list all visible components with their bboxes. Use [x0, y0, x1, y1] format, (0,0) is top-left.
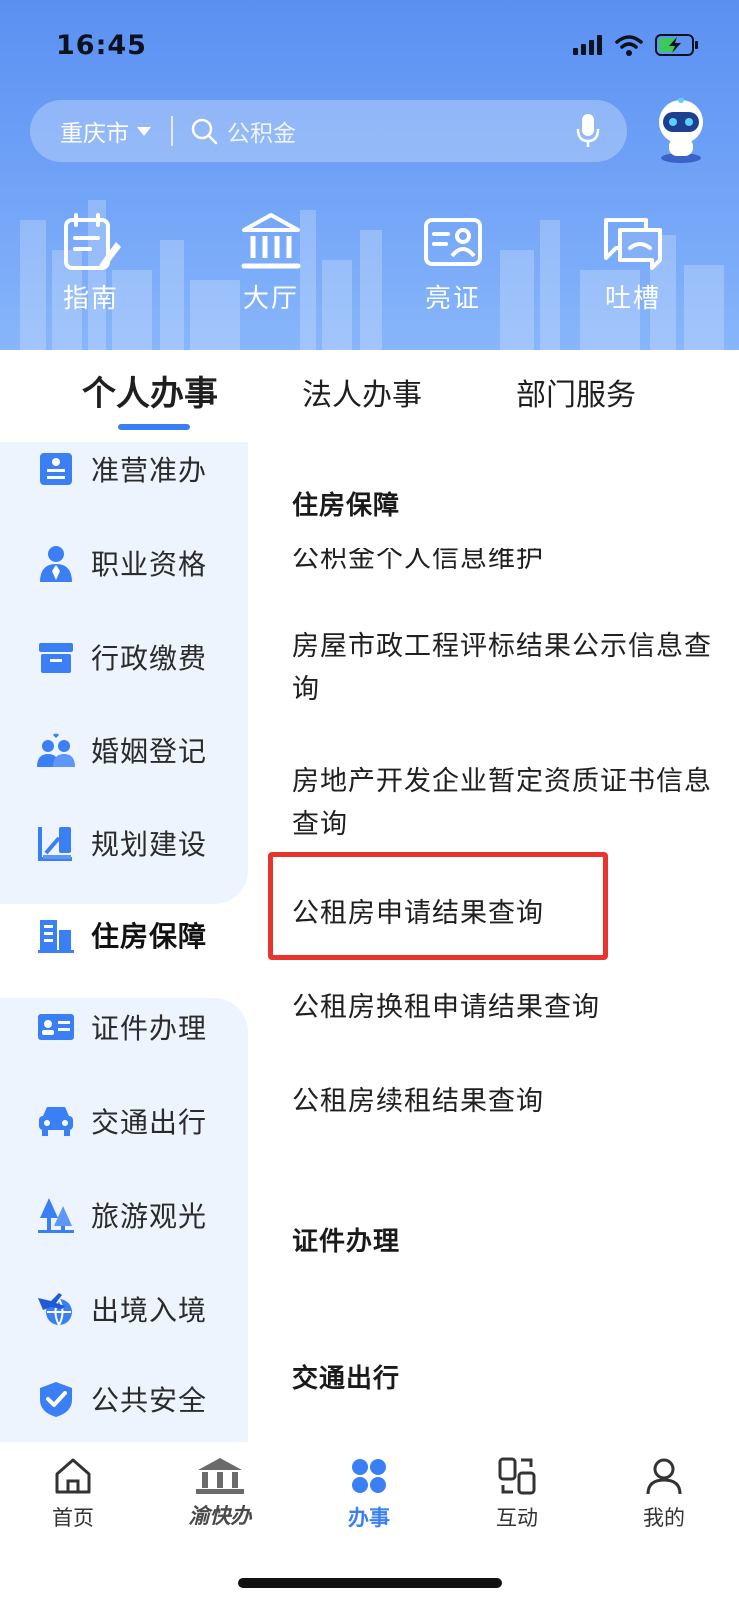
side-item-documents[interactable]: 证件办理 — [0, 980, 248, 1074]
tab-label: 互动 — [496, 1506, 538, 1530]
search-icon — [189, 116, 219, 146]
side-item-fees[interactable]: 行政缴费 — [0, 610, 248, 704]
quick-action-label: 亮证 — [424, 284, 481, 314]
service-list: 住房保障 公积金个人信息维护 房屋市政工程评标结果公示信息查询 房地产开发企业暂… — [248, 442, 739, 1442]
profile-icon — [646, 1458, 682, 1495]
hall-icon — [241, 213, 301, 269]
brand-logo-icon — [196, 1458, 244, 1494]
status-time: 16:45 — [56, 30, 147, 61]
side-item-tourism[interactable]: 旅游观光 — [0, 1168, 248, 1262]
quick-action-label: 吐槽 — [604, 284, 661, 314]
list-item[interactable]: 公租房换租申请结果查询 — [292, 986, 712, 1029]
list-item[interactable]: 房地产开发企业暂定资质证书信息查询 — [292, 760, 712, 846]
home-indicator — [238, 1578, 502, 1588]
bottom-tab-bar: 首页 渝快办 办事 互动 我的 — [0, 1442, 739, 1600]
city-selector[interactable]: 重庆市 — [60, 114, 151, 148]
interaction-icon — [498, 1457, 536, 1495]
city-label: 重庆市 — [60, 121, 129, 147]
id-document-icon — [38, 1014, 74, 1040]
car-icon — [39, 1107, 73, 1136]
quick-action-label: 大厅 — [242, 284, 299, 314]
tab-label: 我的 — [643, 1506, 685, 1530]
list-item[interactable]: 房屋市政工程评标结果公示信息查询 — [292, 625, 712, 711]
quick-action-hall[interactable]: 大厅 — [216, 212, 326, 315]
quick-action-feedback[interactable]: 吐槽 — [578, 212, 688, 315]
side-item-marriage[interactable]: 婚姻登记 — [0, 703, 248, 797]
tab-personal[interactable]: 个人办事 — [82, 366, 218, 415]
wifi-icon — [615, 34, 643, 56]
section-title-documents: 证件办理 — [292, 1227, 401, 1257]
tab-services[interactable]: 办事 — [309, 1456, 429, 1532]
red-highlight-annotation — [268, 852, 608, 960]
worker-icon — [40, 546, 72, 582]
quick-action-label: 指南 — [62, 284, 119, 314]
app-header: 16:45 重庆市 公积金 指南 大厅 亮证 吐槽 — [0, 0, 739, 350]
side-item-transport[interactable]: 交通出行 — [0, 1074, 248, 1168]
side-item-planning[interactable]: 规划建设 — [0, 796, 248, 890]
license-icon — [40, 453, 72, 485]
brand-label: 渝快办 — [188, 1504, 252, 1528]
status-bar: 16:45 — [0, 0, 739, 96]
quick-actions: 指南 大厅 亮证 吐槽 — [0, 212, 739, 322]
tab-label: 办事 — [348, 1506, 390, 1530]
building-icon — [38, 920, 74, 953]
side-item-public-safety[interactable]: 公共安全 — [0, 1352, 248, 1446]
guide-icon — [64, 213, 121, 270]
search-input[interactable]: 公积金 — [227, 114, 296, 148]
side-item-immigration[interactable]: 出境入境 — [0, 1262, 248, 1356]
tab-brand[interactable]: 渝快办 — [160, 1456, 280, 1530]
microphone-icon[interactable] — [575, 113, 601, 149]
payment-box-icon — [39, 643, 73, 673]
quick-action-guide[interactable]: 指南 — [36, 212, 146, 315]
tab-label: 首页 — [52, 1506, 94, 1530]
couple-icon — [37, 733, 75, 767]
shield-check-icon — [40, 1382, 72, 1417]
plane-globe-icon — [38, 1293, 72, 1326]
side-item-license[interactable]: 准营准办 — [0, 422, 248, 516]
tab-interaction[interactable]: 互动 — [457, 1456, 577, 1532]
search-divider — [171, 116, 173, 146]
signal-icon — [573, 35, 602, 55]
side-item-housing[interactable]: 住房保障 — [0, 888, 248, 982]
side-item-qualification[interactable]: 职业资格 — [0, 516, 248, 610]
feedback-icon — [604, 218, 662, 270]
section-title-housing: 住房保障 — [292, 491, 401, 521]
battery-charging-icon — [655, 34, 698, 56]
list-item[interactable]: 公租房续租结果查询 — [292, 1080, 712, 1123]
search-bar[interactable]: 重庆市 公积金 — [30, 100, 627, 162]
trees-icon — [38, 1198, 74, 1233]
assistant-robot-icon[interactable] — [651, 98, 711, 164]
planning-icon — [38, 827, 72, 861]
section-title-transport: 交通出行 — [292, 1364, 401, 1394]
tab-home[interactable]: 首页 — [13, 1456, 133, 1532]
list-item[interactable]: 公积金个人信息维护 — [292, 548, 712, 580]
home-icon — [55, 1458, 91, 1494]
caret-down-icon — [137, 126, 151, 136]
id-card-icon — [424, 218, 482, 266]
quick-action-id-card[interactable]: 亮证 — [398, 212, 508, 315]
services-grid-icon — [352, 1459, 386, 1493]
tab-legal-entity[interactable]: 法人办事 — [302, 370, 422, 414]
tab-profile[interactable]: 我的 — [604, 1456, 724, 1532]
status-icons — [573, 34, 699, 56]
tab-department-services[interactable]: 部门服务 — [516, 370, 636, 414]
side-nav: 准营准办 职业资格 行政缴费 婚姻登记 规划建设 住房保障 证件办理 交通出行 … — [0, 442, 248, 1442]
